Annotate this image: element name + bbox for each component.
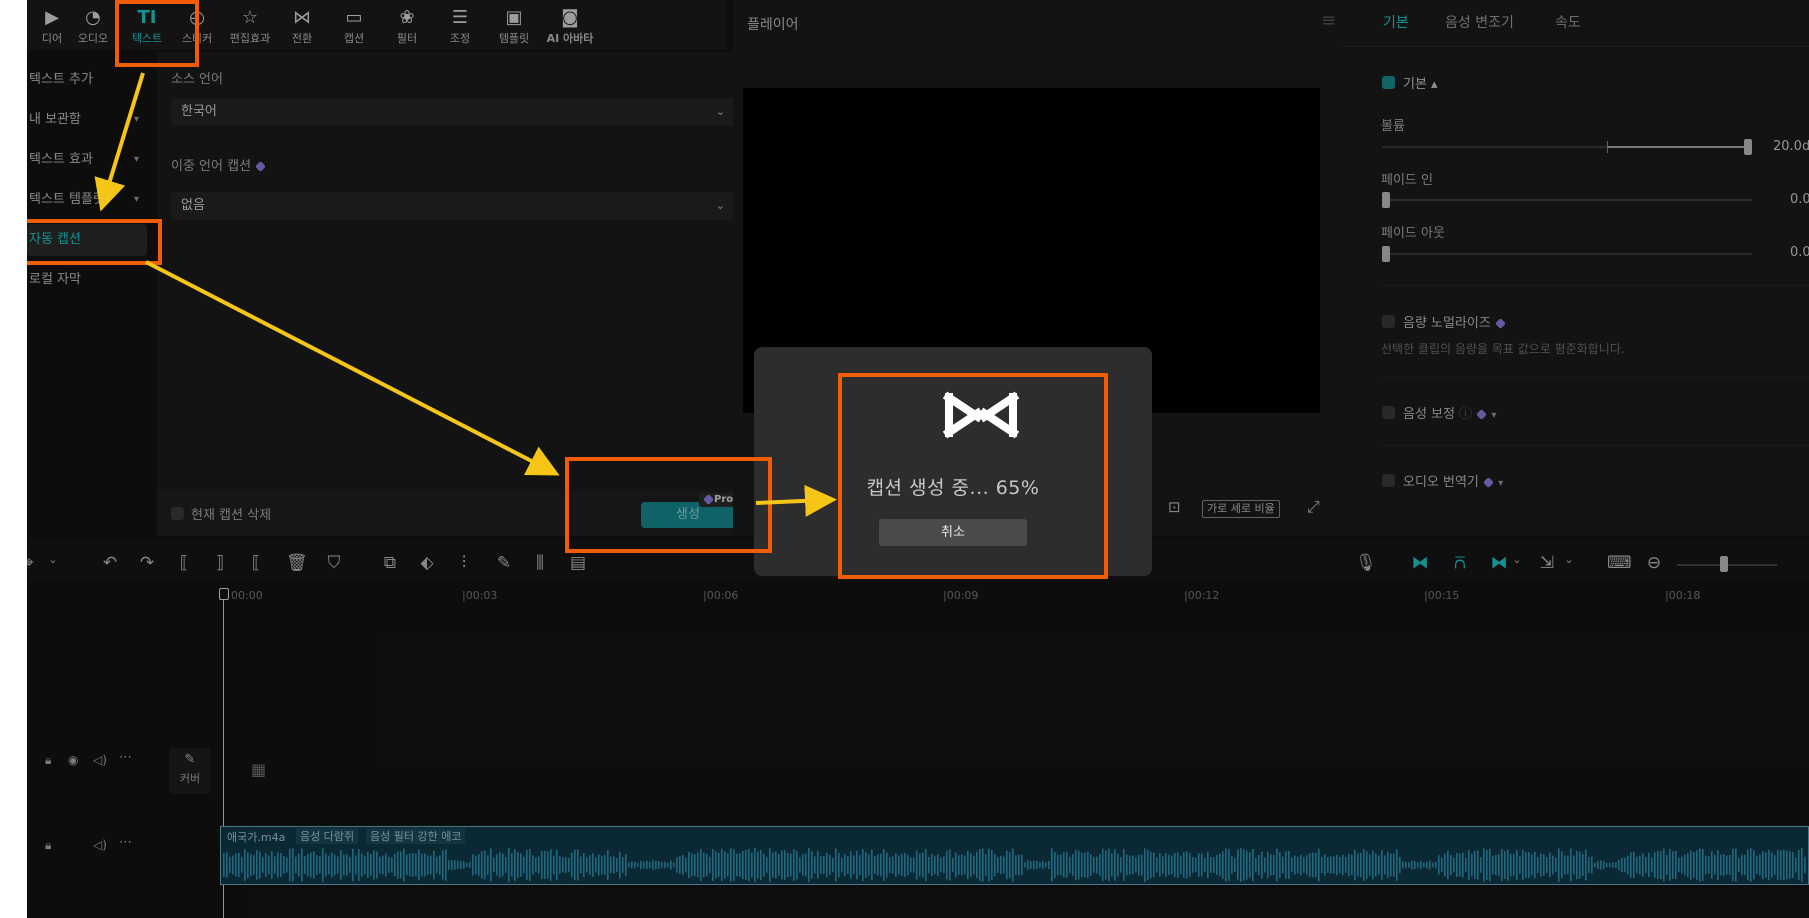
arrow-to-progress: [755, 484, 837, 517]
arrow-to-generate: [145, 260, 560, 476]
arrow-to-auto-caption: [94, 72, 145, 212]
capcut-app-window: ▶ 디어 ◔ 오디오 TI 텍스트 ◴ 스티커 ☆ 편집효과 ⋈ 전환 ▭ 캡션…: [27, 0, 1809, 918]
annotation-arrows: [94, 72, 837, 517]
